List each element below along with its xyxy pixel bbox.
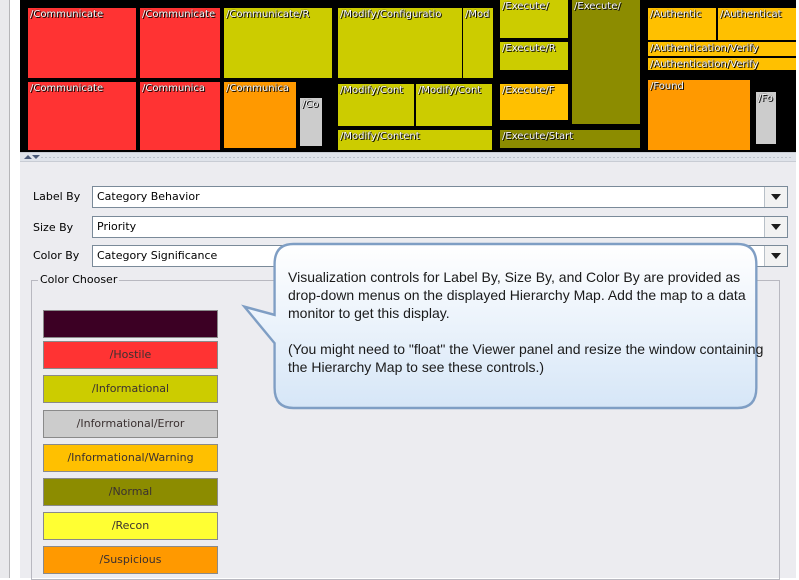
callout-paragraph: (You might need to "float" the Viewer pa… [288, 341, 764, 375]
collapse-up-icon[interactable] [24, 155, 32, 159]
treemap-tile[interactable]: /Authenticat [718, 8, 796, 40]
color-by-label: Color By [33, 249, 80, 262]
color-swatch[interactable]: /Normal [43, 478, 218, 506]
label-by-dropdown[interactable]: Category Behavior [92, 186, 788, 208]
size-by-value: Priority [97, 220, 137, 233]
chevron-down-icon [771, 194, 781, 200]
label-by-label: Label By [33, 190, 81, 203]
color-swatch[interactable]: /Hostile [43, 341, 218, 369]
size-by-label: Size By [33, 221, 74, 234]
treemap-tile[interactable]: /Co [300, 98, 322, 146]
treemap-tile[interactable]: /Modify/Content [338, 130, 492, 150]
treemap-tile[interactable]: /Found [648, 80, 750, 150]
color-swatch[interactable]: /Suspicious [43, 546, 218, 574]
label-by-dropdown-button[interactable] [764, 187, 787, 207]
treemap-tile[interactable]: /Communica [224, 82, 296, 148]
swatch-label: /Informational/Error [76, 417, 185, 430]
color-swatch[interactable]: /Recon [43, 512, 218, 540]
treemap-tile[interactable]: /Execute/R [500, 42, 568, 70]
color-swatch[interactable]: /Informational/Error [43, 410, 218, 438]
swatch-label: /Recon [111, 519, 150, 532]
hierarchy-map[interactable]: /Communicate /Communicate /Communicate/R… [20, 0, 796, 152]
callout-paragraph: Visualization controls for Label By, Siz… [288, 269, 746, 321]
expand-down-icon[interactable] [32, 155, 40, 159]
color-swatch[interactable] [43, 310, 218, 338]
treemap-tile[interactable]: /Execute/F [500, 84, 568, 120]
viewer-window: /Communicate /Communicate /Communicate/R… [0, 0, 799, 580]
treemap-tile[interactable]: /Authentication/Verify [648, 58, 796, 70]
size-by-dropdown-button[interactable] [764, 217, 787, 237]
treemap-tile[interactable]: /Communicate [28, 8, 136, 78]
color-swatch[interactable]: /Informational [43, 375, 218, 403]
treemap-tile[interactable]: /Mod [463, 8, 493, 78]
treemap-tile[interactable]: /Fo [756, 92, 776, 144]
splitter-grip [40, 156, 792, 158]
swatch-label: /Informational/Warning [67, 451, 194, 464]
treemap-tile[interactable]: /Communica [140, 82, 220, 150]
treemap-tile[interactable]: /Modify/Cont [338, 84, 414, 126]
color-chooser-title: Color Chooser [38, 273, 120, 286]
treemap-tile[interactable]: /Communicate [28, 82, 136, 150]
swatch-label: /Informational [91, 382, 170, 395]
swatch-label: /Hostile [109, 348, 152, 361]
color-swatch[interactable]: /Informational/Warning [43, 444, 218, 472]
treemap-tile[interactable]: /Authentication/Verify [648, 42, 796, 56]
color-by-value: Category Significance [97, 249, 218, 262]
label-by-value: Category Behavior [97, 190, 200, 203]
treemap-tile[interactable]: /Modify/Configuratio [338, 8, 462, 78]
split-pane-divider[interactable] [20, 152, 796, 162]
treemap-tile[interactable]: /Authentic [648, 8, 716, 40]
treemap-tile[interactable]: /Modify/Cont [416, 84, 492, 126]
treemap-tile[interactable]: /Execute/ [500, 0, 568, 38]
help-callout-text: Visualization controls for Label By, Siz… [288, 268, 768, 394]
chevron-down-icon [771, 224, 781, 230]
swatch-label: /Normal [108, 485, 153, 498]
treemap-tile[interactable]: /Execute/Start [500, 130, 640, 148]
window-left-border [0, 0, 10, 578]
size-by-dropdown[interactable]: Priority [92, 216, 788, 238]
treemap-tile[interactable]: /Communicate [140, 8, 220, 78]
treemap-tile[interactable]: /Execute/ [572, 0, 640, 124]
swatch-label: /Suspicious [99, 553, 162, 566]
treemap-tile[interactable]: /Communicate/R [224, 8, 332, 78]
